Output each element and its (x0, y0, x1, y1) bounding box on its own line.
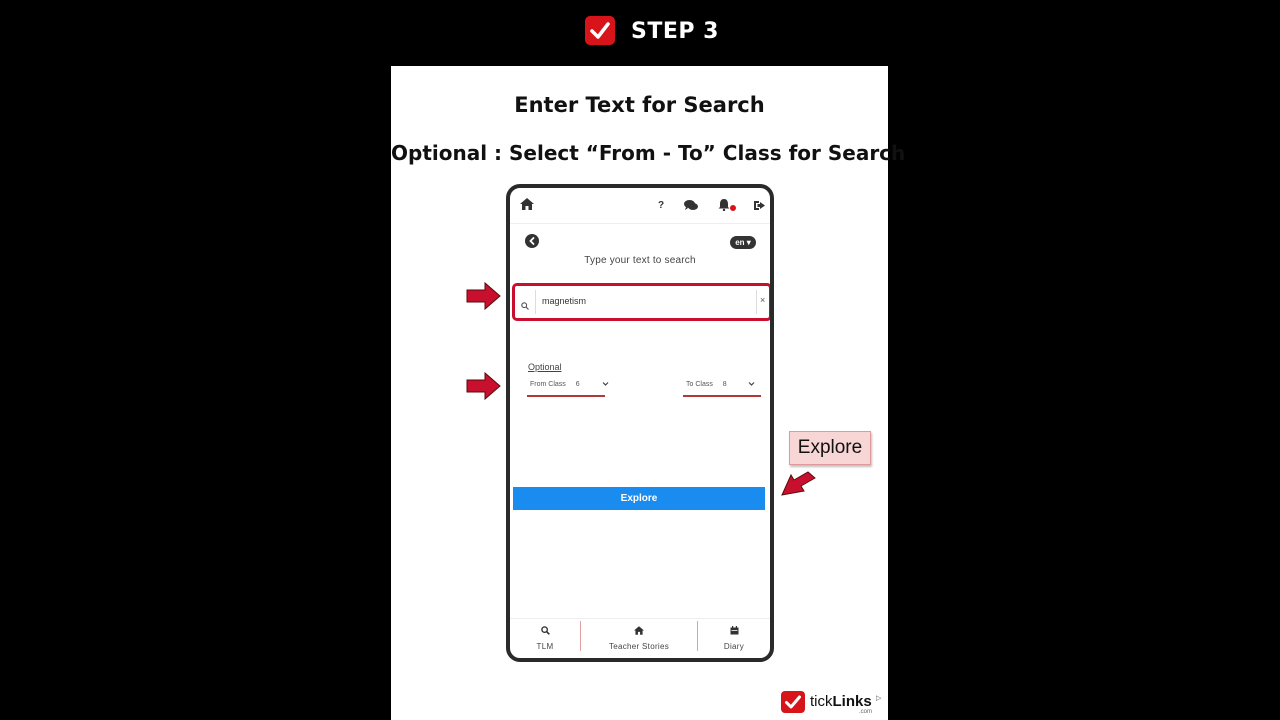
calendar-icon (698, 626, 770, 637)
arrow-right-icon (466, 371, 501, 401)
brand-domain: .com (859, 709, 873, 715)
explore-button[interactable]: Explore (513, 487, 765, 510)
tab-teacher-stories[interactable]: Teacher Stories (581, 619, 697, 658)
tab-diary[interactable]: Diary (698, 619, 770, 658)
search-icon (510, 626, 580, 637)
to-class-value: 8 (722, 381, 727, 388)
search-field-highlight: magnetism × (512, 283, 770, 321)
home-icon[interactable] (520, 198, 534, 212)
brand-name: tickLinks (810, 693, 872, 710)
step-label: STEP 3 (631, 19, 719, 44)
clear-icon[interactable]: × (760, 295, 765, 305)
to-class-label: To Class (686, 381, 713, 388)
search-title: Type your text to search (584, 255, 696, 266)
notification-badge (730, 205, 736, 211)
arrow-right-icon (466, 281, 501, 311)
checkbox-icon (781, 691, 805, 713)
from-class-value: 6 (575, 381, 580, 388)
to-class-select[interactable]: To Class 8 (683, 381, 761, 397)
bottom-nav: TLM Teacher Stories Diary (510, 618, 770, 658)
from-class-label: From Class (530, 381, 566, 388)
language-value: en (735, 238, 745, 247)
brand-name-bold: Links (832, 693, 872, 710)
tab-label: TLM (536, 642, 554, 651)
search-icon (521, 297, 529, 315)
arrow-down-left-icon (781, 471, 816, 496)
phone-mockup: ? en ▾ Type your text to search magnetis… (506, 184, 774, 662)
optional-label: Optional (528, 362, 562, 372)
explore-callout: Explore (789, 431, 871, 465)
help-icon[interactable]: ? (658, 201, 664, 211)
checkbox-icon (585, 16, 615, 45)
home-icon (581, 626, 697, 637)
chevron-down-icon (602, 381, 609, 389)
brand-name-regular: tick (810, 693, 833, 710)
logout-icon[interactable] (754, 200, 766, 213)
instruction-line-2: Optional : Select “From - To” Class for … (391, 141, 906, 165)
tab-label: Diary (723, 642, 745, 651)
back-button[interactable] (525, 234, 539, 248)
search-input[interactable]: magnetism (535, 290, 757, 314)
app-top-bar: ? (510, 188, 770, 224)
from-class-select[interactable]: From Class 6 (527, 381, 609, 397)
play-icon: ▷ (876, 695, 882, 702)
language-selector[interactable]: en ▾ (730, 236, 756, 249)
tab-label: Teacher Stories (608, 642, 670, 651)
chat-icon[interactable] (684, 200, 698, 213)
instruction-line-1: Enter Text for Search (514, 93, 765, 117)
chevron-down-icon (748, 381, 755, 389)
to-class-underline (683, 395, 761, 397)
from-class-underline (527, 395, 605, 397)
tab-tlm[interactable]: TLM (510, 619, 580, 658)
search-input-value: magnetism (542, 296, 587, 306)
notification-bell-icon[interactable] (718, 199, 730, 213)
